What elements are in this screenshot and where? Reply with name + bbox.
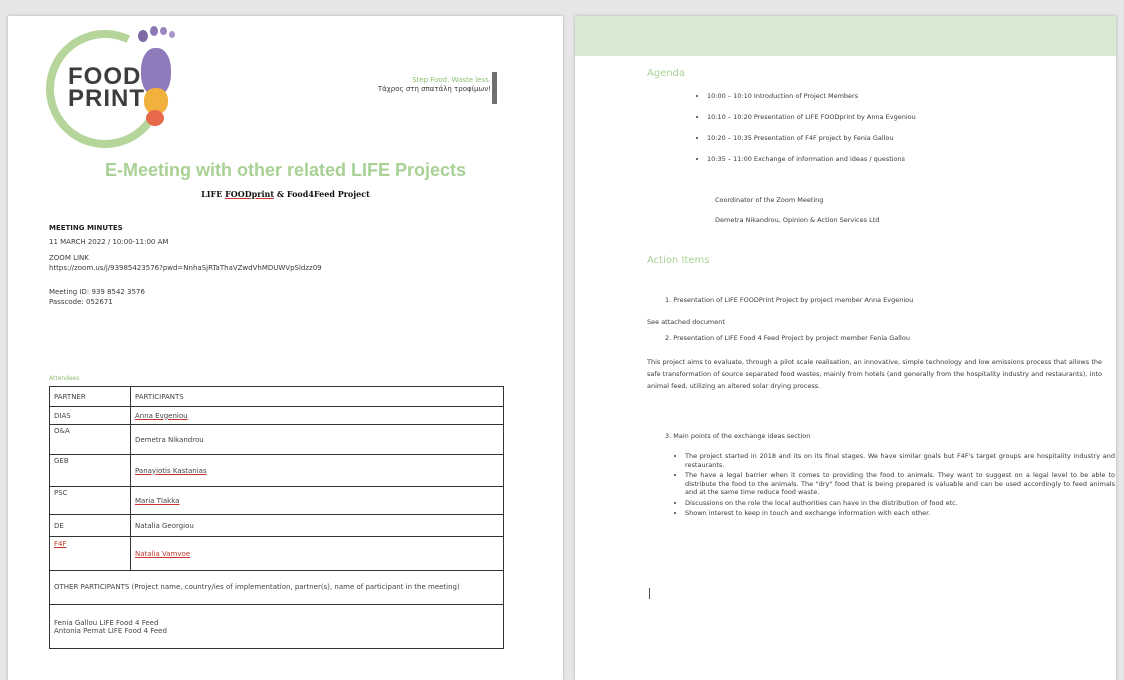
document-subtitle: LIFE FOODprint & Food4Feed Project bbox=[8, 189, 563, 199]
logo-text: FOOD PRINT bbox=[68, 65, 145, 112]
partner-cell: F4F bbox=[49, 536, 131, 571]
zoom-label: ZOOM LINK bbox=[49, 254, 89, 262]
header-participants: PARTICIPANTS bbox=[130, 386, 504, 407]
bullet-item: The have a legal barrier when it comes t… bbox=[685, 471, 1115, 497]
partner-cell: O&A bbox=[49, 424, 131, 455]
text-cursor[interactable] bbox=[649, 588, 650, 599]
project-description: This project aims to evaluate, through a… bbox=[647, 358, 1102, 390]
quote-line-2: Τάχρος στη σπατάλη τροφίμων! bbox=[377, 85, 491, 93]
document-page-2: Agenda 10:00 – 10:10 Introduction of Pro… bbox=[575, 16, 1116, 680]
meeting-id: Meeting ID: 939 8542 3576 bbox=[49, 288, 145, 296]
logo-toe bbox=[150, 26, 158, 36]
subtitle-foodprint: FOODprint bbox=[225, 189, 275, 199]
logo-foot-heel bbox=[146, 110, 164, 126]
coordinator-label: Coordinator of the Zoom Meeting bbox=[715, 196, 824, 204]
participant-name: Anna Evgeniou bbox=[135, 411, 188, 420]
table-row: O&A Demetra Nikandrou bbox=[49, 424, 504, 455]
attendees-label: Attendees bbox=[49, 375, 80, 382]
quote-line-1: Step Food. Waste less. bbox=[412, 76, 491, 84]
agenda-item: 10:10 – 10:20 Presentation of LIFE FOODp… bbox=[707, 107, 1116, 128]
table-row: GEB Panayiotis Kastanias bbox=[49, 454, 504, 487]
exchange-bullets: The project started in 2018 and its on i… bbox=[671, 452, 1115, 518]
participant-cell: Demetra Nikandrou bbox=[130, 424, 504, 455]
coordinator-name: Demetra Nikandrou, Opinion & Action Serv… bbox=[715, 216, 880, 224]
subtitle-text: LIFE bbox=[201, 189, 226, 199]
bullet-item: Discussions on the role the local author… bbox=[685, 499, 1115, 508]
see-attached: See attached document bbox=[647, 318, 725, 326]
partner-name: F4F bbox=[54, 540, 67, 548]
agenda-item: 10:00 – 10:10 Introduction of Project Me… bbox=[707, 86, 1116, 107]
table-row: DIAS Anna Evgeniou bbox=[49, 406, 504, 425]
logo-toe bbox=[138, 30, 148, 42]
participant-name: Natalia Vamvoe bbox=[135, 549, 191, 558]
header-band bbox=[575, 16, 1116, 56]
agenda-item: 10:35 – 11:00 Exchange of information an… bbox=[707, 149, 1116, 170]
agenda-item: 10:20 – 10:35 Presentation of F4F projec… bbox=[707, 128, 1116, 149]
participant-name: Maria Tlakka bbox=[135, 496, 180, 505]
action-items-heading: Action Items bbox=[647, 255, 710, 266]
partner-cell: DIAS bbox=[49, 406, 131, 425]
header-partner: PARTNER bbox=[49, 386, 131, 407]
table-row-other: Fenia Gallou LIFE Food 4 Feed Antonia Pe… bbox=[49, 604, 504, 649]
participant-cell: Maria Tlakka bbox=[130, 486, 504, 515]
participant-cell: Natalia Georgiou bbox=[130, 514, 504, 537]
table-row: DE Natalia Georgiou bbox=[49, 514, 504, 537]
header-quote: Step Food. Waste less. Τάχρος στη σπατάλ… bbox=[378, 76, 491, 94]
zoom-link[interactable]: https://zoom.us/j/93985423576?pwd=NnhaSj… bbox=[49, 264, 322, 273]
passcode: Passcode: 052671 bbox=[49, 298, 113, 306]
other-participant: Antonia Pernat LIFE Food 4 Feed bbox=[54, 626, 167, 635]
partner-cell: GEB bbox=[49, 454, 131, 487]
logo-line-2: PRINT bbox=[68, 85, 145, 112]
table-row-other-heading: OTHER PARTICIPANTS (Project name, countr… bbox=[49, 570, 504, 605]
action-item-2: 2. Presentation of LIFE Food 4 Feed Proj… bbox=[665, 334, 910, 342]
action-item-3: 3. Main points of the exchange ideas sec… bbox=[665, 432, 811, 440]
other-participants-cell: Fenia Gallou LIFE Food 4 Feed Antonia Pe… bbox=[49, 604, 504, 649]
action-item-1: 1. Presentation of LIFE FOODPrint Projec… bbox=[665, 296, 914, 304]
table-row: F4F Natalia Vamvoe bbox=[49, 536, 504, 571]
participant-name: Panayiotis Kastanias bbox=[135, 466, 207, 475]
partner-cell: DE bbox=[49, 514, 131, 537]
table-row: PSC Maria Tlakka bbox=[49, 486, 504, 515]
document-page-1: FOOD PRINT Step Food. Waste less. Τάχρος… bbox=[8, 16, 563, 680]
participant-cell: Natalia Vamvoe bbox=[130, 536, 504, 571]
other-participant: Fenia Gallou LIFE Food 4 Feed bbox=[54, 618, 159, 627]
subtitle-text: & Food4Feed Project bbox=[274, 189, 370, 199]
foodprint-logo: FOOD PRINT bbox=[29, 16, 181, 165]
bullet-item: Shown interest to keep in touch and exch… bbox=[685, 509, 1115, 518]
minutes-heading: MEETING MINUTES bbox=[49, 224, 123, 232]
document-title: E-Meeting with other related LIFE Projec… bbox=[104, 160, 467, 180]
bullet-item: The project started in 2018 and its on i… bbox=[685, 452, 1115, 469]
agenda-list: 10:00 – 10:10 Introduction of Project Me… bbox=[693, 86, 1116, 170]
attendance-table: PARTNER PARTICIPANTS DIAS Anna Evgeniou … bbox=[49, 386, 504, 649]
quote-bar bbox=[492, 72, 497, 104]
meeting-date: 11 MARCH 2022 / 10:00-11:00 AM bbox=[49, 238, 169, 246]
participant-cell: Panayiotis Kastanias bbox=[130, 454, 504, 487]
participant-cell: Anna Evgeniou bbox=[130, 406, 504, 425]
logo-toe bbox=[169, 31, 175, 38]
agenda-heading: Agenda bbox=[647, 68, 686, 79]
other-participants-heading: OTHER PARTICIPANTS (Project name, countr… bbox=[49, 570, 504, 605]
logo-toe bbox=[160, 27, 167, 35]
table-header-row: PARTNER PARTICIPANTS bbox=[49, 386, 504, 407]
partner-cell: PSC bbox=[49, 486, 131, 515]
